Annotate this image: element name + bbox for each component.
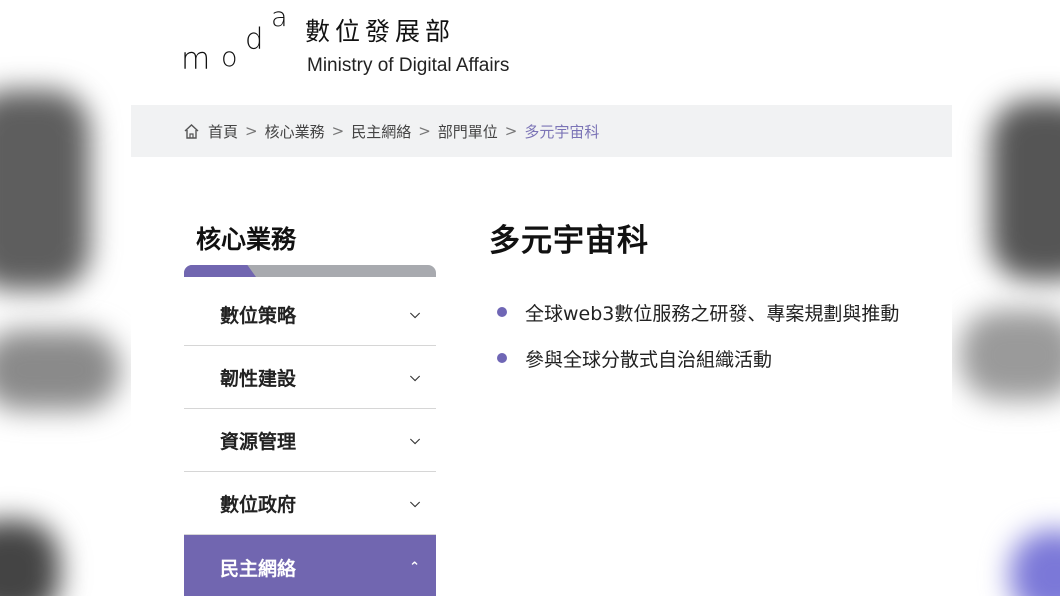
breadcrumb: 首頁 > 核心業務 > 民主網絡 > 部門單位 > 多元宇宙科 (131, 105, 952, 157)
chevron-down-icon[interactable]: ⌵ (410, 307, 420, 322)
sidebar-item-label: 數位策略 (220, 304, 297, 327)
sidebar-item-label: 民主網絡 (220, 557, 297, 580)
logo-letter-o: o (221, 42, 238, 73)
logo-letter-d: d (245, 22, 264, 56)
site-name-en: Ministry of Digital Affairs (307, 55, 510, 76)
chevron-up-icon[interactable]: ⌃ (409, 560, 420, 575)
bullet-dot-icon (497, 353, 507, 363)
breadcrumb-departments[interactable]: 部門單位 (438, 121, 498, 142)
breadcrumb-separator: > (245, 122, 258, 140)
list-item-text: 參與全球分散式自治組織活動 (525, 348, 773, 371)
moda-logo[interactable]: m o d a (181, 2, 291, 80)
sidebar-title-bar (184, 265, 436, 277)
right-blurred-backdrop (950, 0, 1060, 596)
sidebar-item-resource-management[interactable]: 資源管理 ⌵ (184, 409, 436, 472)
chevron-down-icon[interactable]: ⌵ (410, 370, 420, 385)
breadcrumb-separator: > (504, 122, 518, 140)
sidebar-item-digital-government[interactable]: 數位政府 ⌵ (184, 472, 436, 535)
bullet-dot-icon (497, 307, 507, 317)
breadcrumb-core-business[interactable]: 核心業務 (265, 121, 325, 142)
chevron-down-icon[interactable]: ⌵ (410, 496, 420, 511)
sidebar-item-digital-strategy[interactable]: 數位策略 ⌵ (184, 283, 436, 346)
breadcrumb-separator: > (418, 122, 431, 140)
sidebar-item-label: 資源管理 (220, 430, 297, 453)
chevron-down-icon[interactable]: ⌵ (410, 433, 420, 448)
sidebar-title: 核心業務 (196, 225, 297, 254)
left-blurred-backdrop (0, 0, 135, 596)
bullet-list: 全球web3數位服務之研發、專案規劃與推動 參與全球分散式自治組織活動 (497, 296, 899, 388)
logo-letter-a: a (271, 2, 288, 33)
list-item: 全球web3數位服務之研發、專案規劃與推動 (497, 296, 899, 328)
breadcrumb-current: 多元宇宙科 (524, 122, 600, 141)
breadcrumb-democracy-network[interactable]: 民主網絡 (351, 121, 411, 142)
logo-letter-m: m (181, 42, 211, 77)
site-name-zh: 數位發展部 (305, 17, 456, 46)
breadcrumb-separator: > (331, 122, 345, 140)
sidebar-item-democracy-network[interactable]: 民主網絡 ⌃ (184, 535, 436, 596)
sidebar-item-label: 數位政府 (220, 493, 297, 516)
list-item: 參與全球分散式自治組織活動 (497, 342, 899, 374)
list-item-text: 全球web3數位服務之研發、專案規劃與推動 (525, 302, 900, 325)
breadcrumb-home[interactable]: 首頁 (208, 121, 238, 142)
page-title: 多元宇宙科 (489, 223, 649, 259)
home-icon[interactable] (183, 123, 200, 140)
sidebar-item-label: 韌性建設 (220, 367, 297, 390)
sidebar-menu: 數位策略 ⌵ 韌性建設 ⌵ 資源管理 ⌵ 數位政府 ⌵ 民主網絡 ⌃ (184, 283, 436, 596)
page: m o d a 數位發展部 Ministry of Digital Affair… (131, 0, 952, 596)
sidebar-item-resilience[interactable]: 韌性建設 ⌵ (184, 346, 436, 409)
